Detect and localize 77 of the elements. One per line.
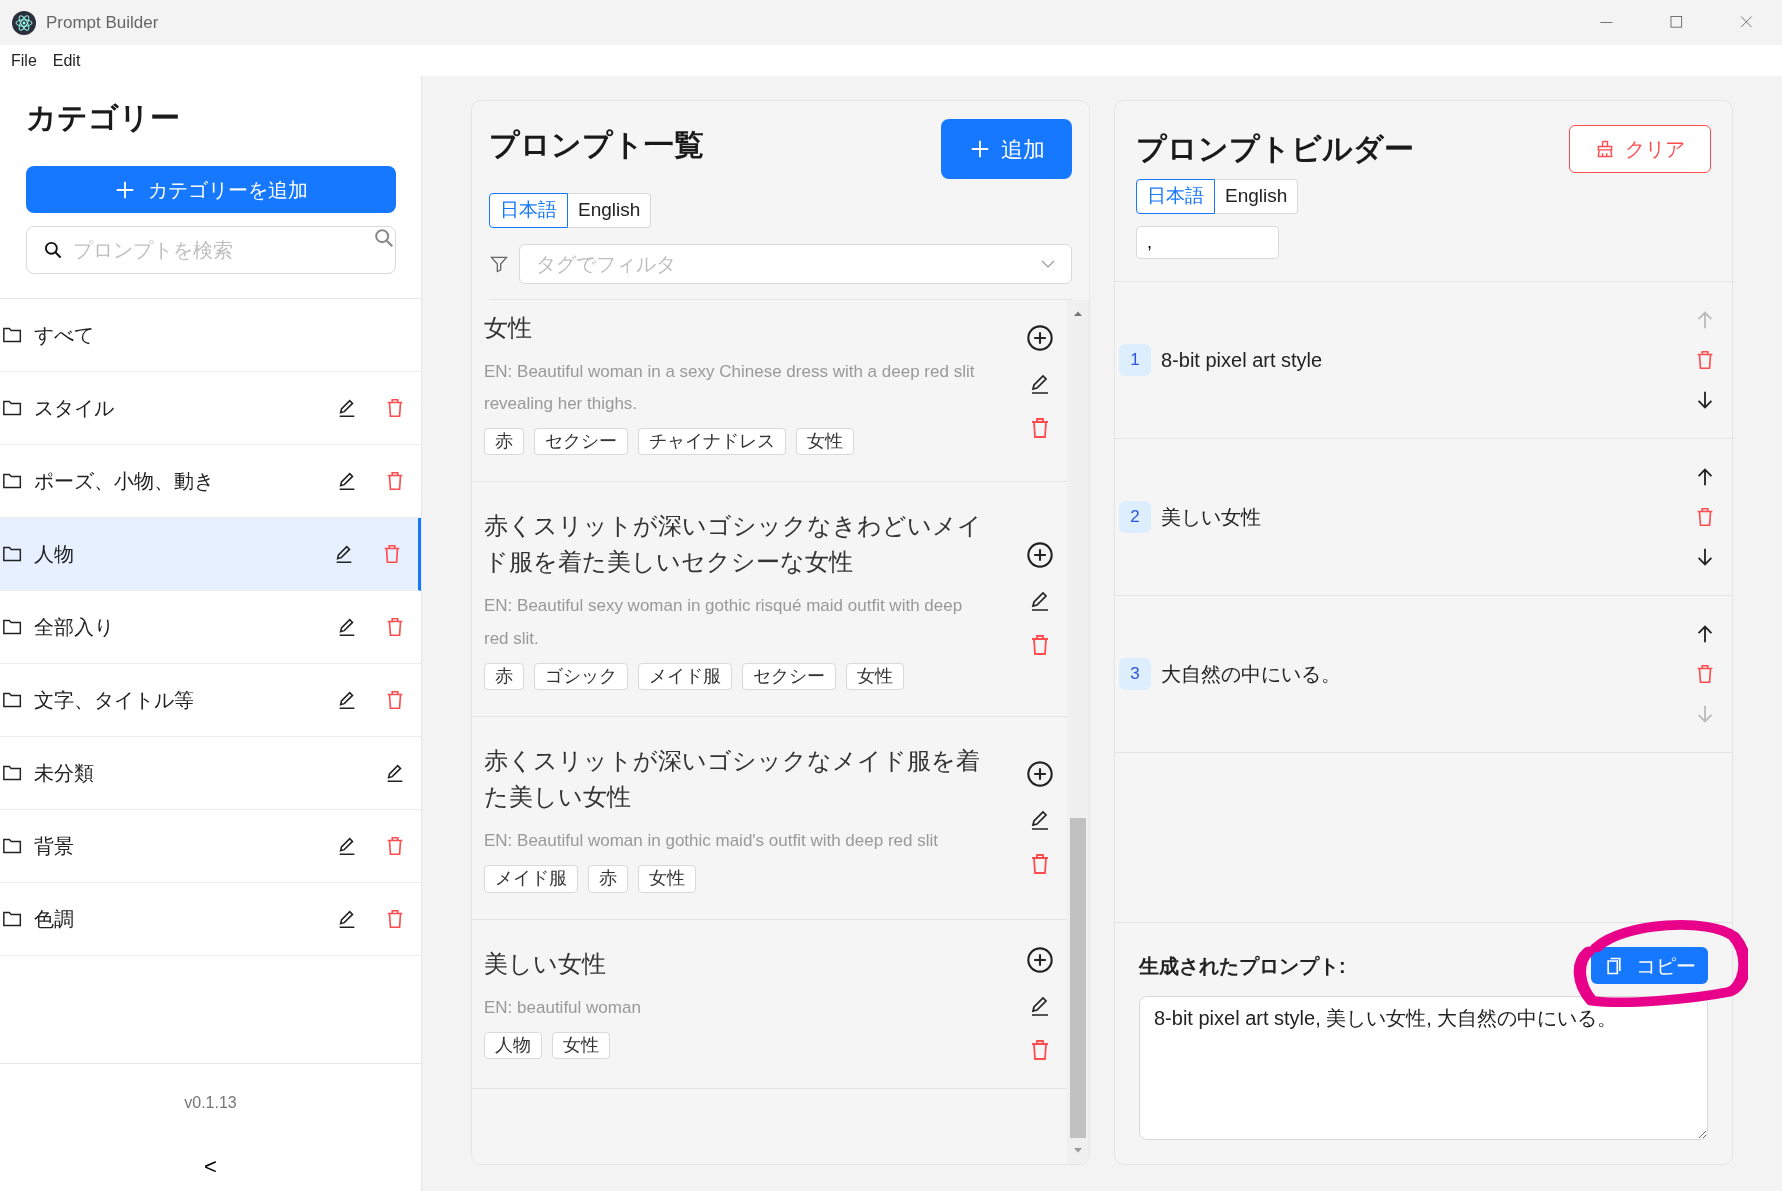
add-to-builder-button[interactable] [1026,945,1054,974]
search-icon [373,227,395,249]
add-to-builder-button[interactable] [1026,541,1054,570]
item-text: 8-bit pixel art style [1161,347,1323,373]
add-to-builder-button[interactable] [1026,759,1054,788]
search-box[interactable]: プロンプトを検索 [26,226,396,274]
tag: セクシー [534,428,628,456]
tag: メイド服 [484,865,578,893]
language-toggle[interactable]: 日本語 [489,193,568,228]
category-name: 人物 [34,542,74,567]
category-item[interactable]: スタイル [0,372,421,445]
category-name: 全部入り [34,615,114,640]
category-name: 文字、タイトル等 [34,688,194,713]
category-name: 色調 [34,907,74,932]
item-text: 美しい女性 [1161,504,1261,530]
add-to-builder-button[interactable] [1026,324,1054,353]
item-number: 1 [1119,343,1151,376]
version-label: v0.1.13 [184,1092,237,1113]
pluscircle-icon [1026,759,1054,788]
item-text: 大自然の中にいる。 [1161,661,1341,687]
english-translation: EN: Beautiful woman in a sexy Chinese dress with a deep red slit revealing her thighs. [484,360,976,415]
tag: 赤 [588,865,628,893]
category-name: ポーズ、小物、動き [34,469,214,494]
english-translation: EN: Beautiful sexy woman in gothic risqué maid outfit with deep red slit. [484,595,964,650]
prompt-title: 赤くスリットが深いゴシックなきわどいメイド服を着た美しいセクシーな女性 [484,511,983,578]
category-item[interactable]: 色調 [0,883,421,956]
language-toggle[interactable]: English [568,193,652,228]
tag: セクシー [742,662,836,691]
tag: 赤 [484,662,524,691]
pluscircle-icon [1026,945,1054,974]
prompt-title: 美しい女性 [484,948,607,979]
separator-field[interactable]: , [1136,225,1279,259]
prompt-title: 赤くスリットが深いゴシックなメイド服を着た美しい女性 [484,746,981,813]
panel-title: プロンプト一覧 [489,127,704,163]
category-item[interactable]: 未分類 [0,737,421,810]
category-name: スタイル [34,396,114,421]
category-item[interactable]: 背景 [0,810,421,883]
tag: 人物 [484,1031,542,1060]
language-toggle[interactable]: English [1215,179,1299,214]
pluscircle-icon [1026,324,1054,353]
tag: ゴシック [534,662,628,691]
english-translation: EN: Beautiful woman in gothic maid's outfit with deep red slit [484,830,939,853]
tag: 女性 [552,1031,610,1060]
category-name: すべて [34,323,94,348]
category-item[interactable]: 全部入り [0,591,421,664]
output-label: 生成されたプロンプト: [1139,953,1346,979]
item-number: 2 [1119,500,1151,533]
tag: 赤 [484,428,524,456]
item-number: 3 [1119,657,1151,690]
tag: 女性 [846,662,904,691]
category-name: 背景 [34,834,74,859]
window-title: Prompt Builder [46,11,159,34]
menu-item[interactable]: Edit [52,48,81,73]
english-translation: EN: beautiful woman [484,996,642,1019]
app-logo-icon [12,10,36,35]
prompt-output-field[interactable]: 8-bit pixel art style, 美しい女性, 大自然の中にいる。 [1139,996,1708,1140]
tag: 女性 [796,428,854,456]
add-category-button[interactable]: カテゴリーを追加 [26,166,396,213]
tag: チャイナドレス [638,428,786,456]
sidebar-title: カテゴリー [26,100,181,136]
panel-title: プロンプトビルダー [1136,131,1414,167]
add-button[interactable]: 追加 [941,119,1072,179]
category-item[interactable]: 文字、タイトル等 [0,664,421,737]
category-item[interactable]: すべて [0,299,421,372]
category-name: 未分類 [34,761,94,786]
pluscircle-icon [1026,541,1054,570]
copy-button[interactable]: コピー [1591,947,1708,984]
prompt-title: 女性 [484,312,533,343]
scrollbar[interactable] [1067,299,1089,1164]
tag-filter-dropdown[interactable]: タグでフィルタ [519,243,1072,284]
tag: 女性 [638,865,696,893]
tag: メイド服 [638,662,732,691]
search-icon [43,239,64,261]
menu-item[interactable]: File [11,48,37,73]
tag-filter-field[interactable]: タグでフィルタ [534,247,1039,280]
language-toggle[interactable]: 日本語 [1136,179,1215,214]
category-item[interactable]: 人物 [0,518,421,591]
